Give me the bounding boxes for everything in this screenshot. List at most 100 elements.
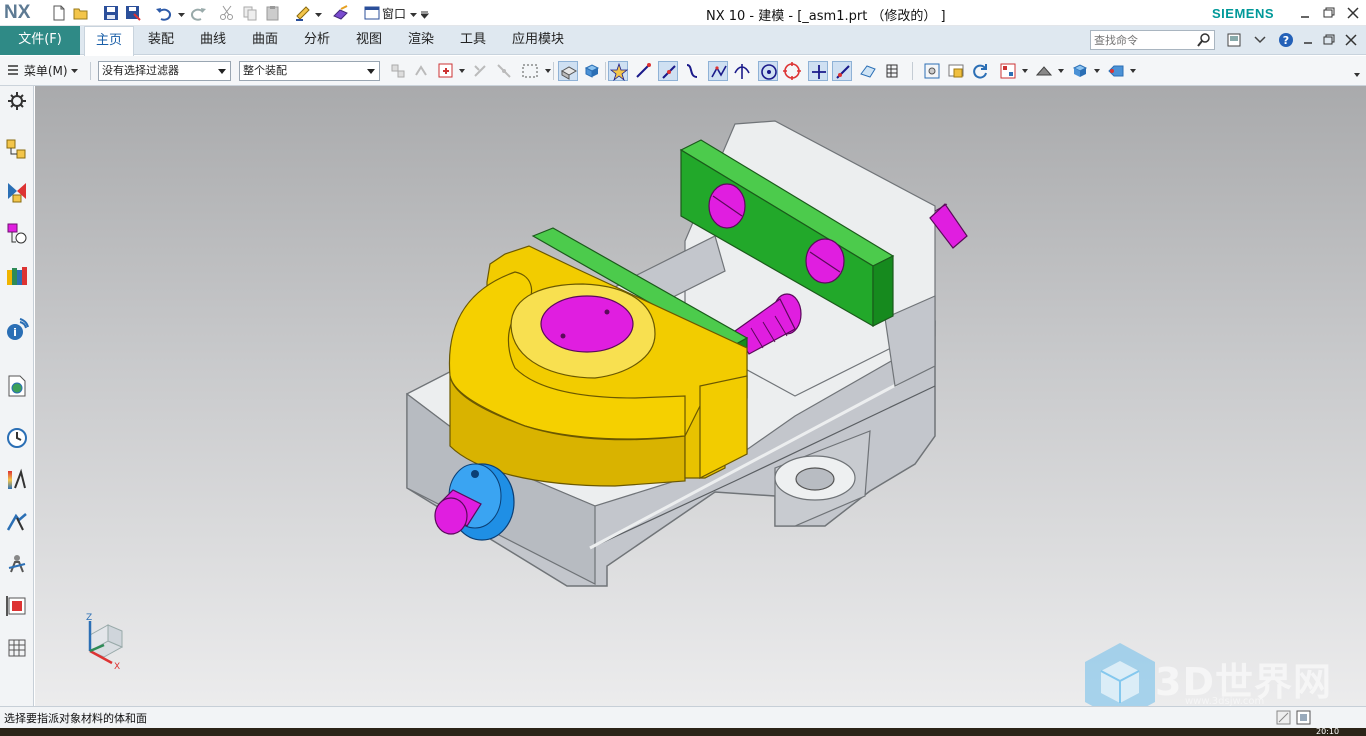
window-menu[interactable]: 窗口 bbox=[382, 5, 406, 22]
status-prompt: 选择要指派对象材料的体和面 bbox=[4, 712, 147, 725]
display-mode-icon[interactable] bbox=[1106, 61, 1126, 81]
close-button[interactable] bbox=[1344, 4, 1362, 22]
assembly-navigator-icon[interactable] bbox=[5, 138, 29, 162]
tab-view[interactable]: 视图 bbox=[356, 26, 382, 55]
touch-mode-icon[interactable] bbox=[294, 4, 312, 22]
arc-center-icon[interactable] bbox=[758, 61, 778, 81]
tab-render[interactable]: 渲染 bbox=[408, 26, 434, 55]
zoom-icon[interactable] bbox=[946, 61, 966, 81]
tangent-snap-icon[interactable] bbox=[682, 61, 702, 81]
tab-application[interactable]: 应用模块 bbox=[512, 26, 564, 55]
save-as-icon[interactable] bbox=[124, 4, 142, 22]
chevron-down-icon[interactable] bbox=[545, 69, 551, 73]
point-on-face-icon[interactable] bbox=[858, 61, 878, 81]
existing-point-icon[interactable] bbox=[808, 61, 828, 81]
resource-bar: i bbox=[0, 86, 34, 706]
tab-surface[interactable]: 曲面 bbox=[252, 26, 278, 55]
redo-icon[interactable] bbox=[190, 4, 208, 22]
command-search-input[interactable] bbox=[1091, 31, 1191, 49]
window-icon[interactable] bbox=[363, 4, 381, 22]
siemens-logo: SIEMENS bbox=[1212, 6, 1275, 21]
full-screen-icon[interactable] bbox=[1296, 710, 1311, 725]
search-icon[interactable] bbox=[1196, 32, 1212, 48]
open-icon[interactable] bbox=[72, 4, 90, 22]
chevron-down-icon bbox=[367, 69, 375, 74]
ribbon-options-icon[interactable] bbox=[1226, 32, 1242, 48]
chevron-down-icon[interactable] bbox=[459, 69, 465, 73]
snap-point-icon[interactable] bbox=[494, 61, 514, 81]
window-menu-dropdown-icon[interactable] bbox=[410, 8, 418, 17]
roles-icon[interactable] bbox=[5, 552, 29, 576]
title-bar: NX 窗口 NX 10 - 建模 - [_asm1.prt （修改的） ] SI… bbox=[0, 0, 1366, 26]
point-snap-icon[interactable] bbox=[608, 61, 629, 82]
control-point-icon[interactable] bbox=[708, 61, 728, 81]
doc-minimize-icon[interactable] bbox=[1300, 32, 1316, 48]
tab-curve[interactable]: 曲线 bbox=[200, 26, 226, 55]
selection-options-icon[interactable] bbox=[388, 61, 408, 81]
copy-icon[interactable] bbox=[241, 4, 259, 22]
reuse-library-icon[interactable] bbox=[5, 264, 29, 288]
tab-home[interactable]: 主页 bbox=[84, 26, 134, 56]
intersection-icon[interactable] bbox=[732, 61, 752, 81]
manufacturing-wizard-icon[interactable] bbox=[5, 510, 29, 534]
view-triad-icon[interactable] bbox=[998, 61, 1018, 81]
web-browser-icon[interactable] bbox=[5, 374, 29, 398]
view-orientation-icon[interactable] bbox=[582, 61, 602, 81]
history-icon[interactable] bbox=[5, 426, 29, 450]
undo-icon[interactable] bbox=[154, 4, 172, 22]
quadrant-icon[interactable] bbox=[782, 61, 802, 81]
render-style-icon[interactable] bbox=[1034, 61, 1054, 81]
rotate-icon[interactable] bbox=[970, 61, 990, 81]
doc-restore-icon[interactable] bbox=[1321, 32, 1337, 48]
chevron-down-icon[interactable] bbox=[1094, 69, 1100, 73]
minimize-button[interactable] bbox=[1296, 4, 1314, 22]
end-point-icon[interactable] bbox=[633, 61, 653, 81]
tab-analysis[interactable]: 分析 bbox=[304, 26, 330, 55]
selection-scope-select[interactable]: 整个装配 bbox=[239, 61, 380, 81]
point-on-curve-icon[interactable] bbox=[832, 61, 852, 81]
undo-dropdown-icon[interactable] bbox=[178, 8, 186, 17]
deselect-icon[interactable] bbox=[470, 61, 490, 81]
paste-icon[interactable] bbox=[264, 4, 282, 22]
toolbar-overflow-icon[interactable] bbox=[1354, 73, 1360, 77]
chevron-down-icon[interactable] bbox=[1130, 69, 1136, 73]
collapse-ribbon-icon[interactable] bbox=[1252, 32, 1268, 48]
shaded-view-icon[interactable] bbox=[558, 61, 578, 81]
bounded-grid-icon[interactable] bbox=[882, 61, 902, 81]
system-materials-icon[interactable] bbox=[5, 594, 29, 618]
show-hide-icon[interactable] bbox=[332, 4, 350, 22]
save-icon[interactable] bbox=[102, 4, 120, 22]
svg-text:?: ? bbox=[1283, 34, 1289, 47]
cut-icon[interactable] bbox=[218, 4, 236, 22]
select-all-icon[interactable] bbox=[436, 61, 456, 81]
new-icon[interactable] bbox=[50, 4, 68, 22]
palettes-icon[interactable] bbox=[5, 636, 29, 660]
help-icon[interactable]: ? bbox=[1278, 32, 1294, 48]
process-studio-icon[interactable] bbox=[5, 468, 29, 492]
show-selection-icon[interactable] bbox=[412, 61, 432, 81]
selection-state-icon[interactable] bbox=[1276, 710, 1291, 725]
tab-assemblies[interactable]: 装配 bbox=[148, 26, 174, 55]
doc-close-icon[interactable] bbox=[1343, 32, 1359, 48]
graphics-window[interactable]: Z X 3D世界网 www.3dsjw.com bbox=[35, 86, 1366, 706]
vise-assembly-model[interactable] bbox=[35, 86, 1366, 706]
command-search[interactable] bbox=[1090, 30, 1215, 50]
menu-button[interactable]: 菜单(M) bbox=[6, 62, 79, 80]
chevron-down-icon[interactable] bbox=[1022, 69, 1028, 73]
settings-icon[interactable] bbox=[5, 89, 29, 113]
part-navigator-icon[interactable] bbox=[5, 222, 29, 246]
tab-tools[interactable]: 工具 bbox=[460, 26, 486, 55]
file-tab[interactable]: 文件(F) bbox=[0, 26, 80, 55]
chevron-down-icon[interactable] bbox=[1058, 69, 1064, 73]
orient-view-icon[interactable] bbox=[1070, 61, 1090, 81]
selection-filter-select[interactable]: 没有选择过滤器 bbox=[98, 61, 231, 81]
mid-point-icon[interactable] bbox=[658, 61, 678, 81]
fit-view-icon[interactable] bbox=[922, 61, 942, 81]
constraint-navigator-icon[interactable] bbox=[5, 180, 29, 204]
restore-button[interactable] bbox=[1320, 4, 1338, 22]
box-select-icon[interactable] bbox=[520, 61, 540, 81]
hd3d-tools-icon[interactable]: i bbox=[5, 318, 29, 342]
nx-logo[interactable]: NX bbox=[4, 2, 30, 24]
touch-mode-dropdown-icon[interactable] bbox=[315, 8, 323, 17]
customize-quick-access-icon[interactable] bbox=[419, 8, 430, 19]
